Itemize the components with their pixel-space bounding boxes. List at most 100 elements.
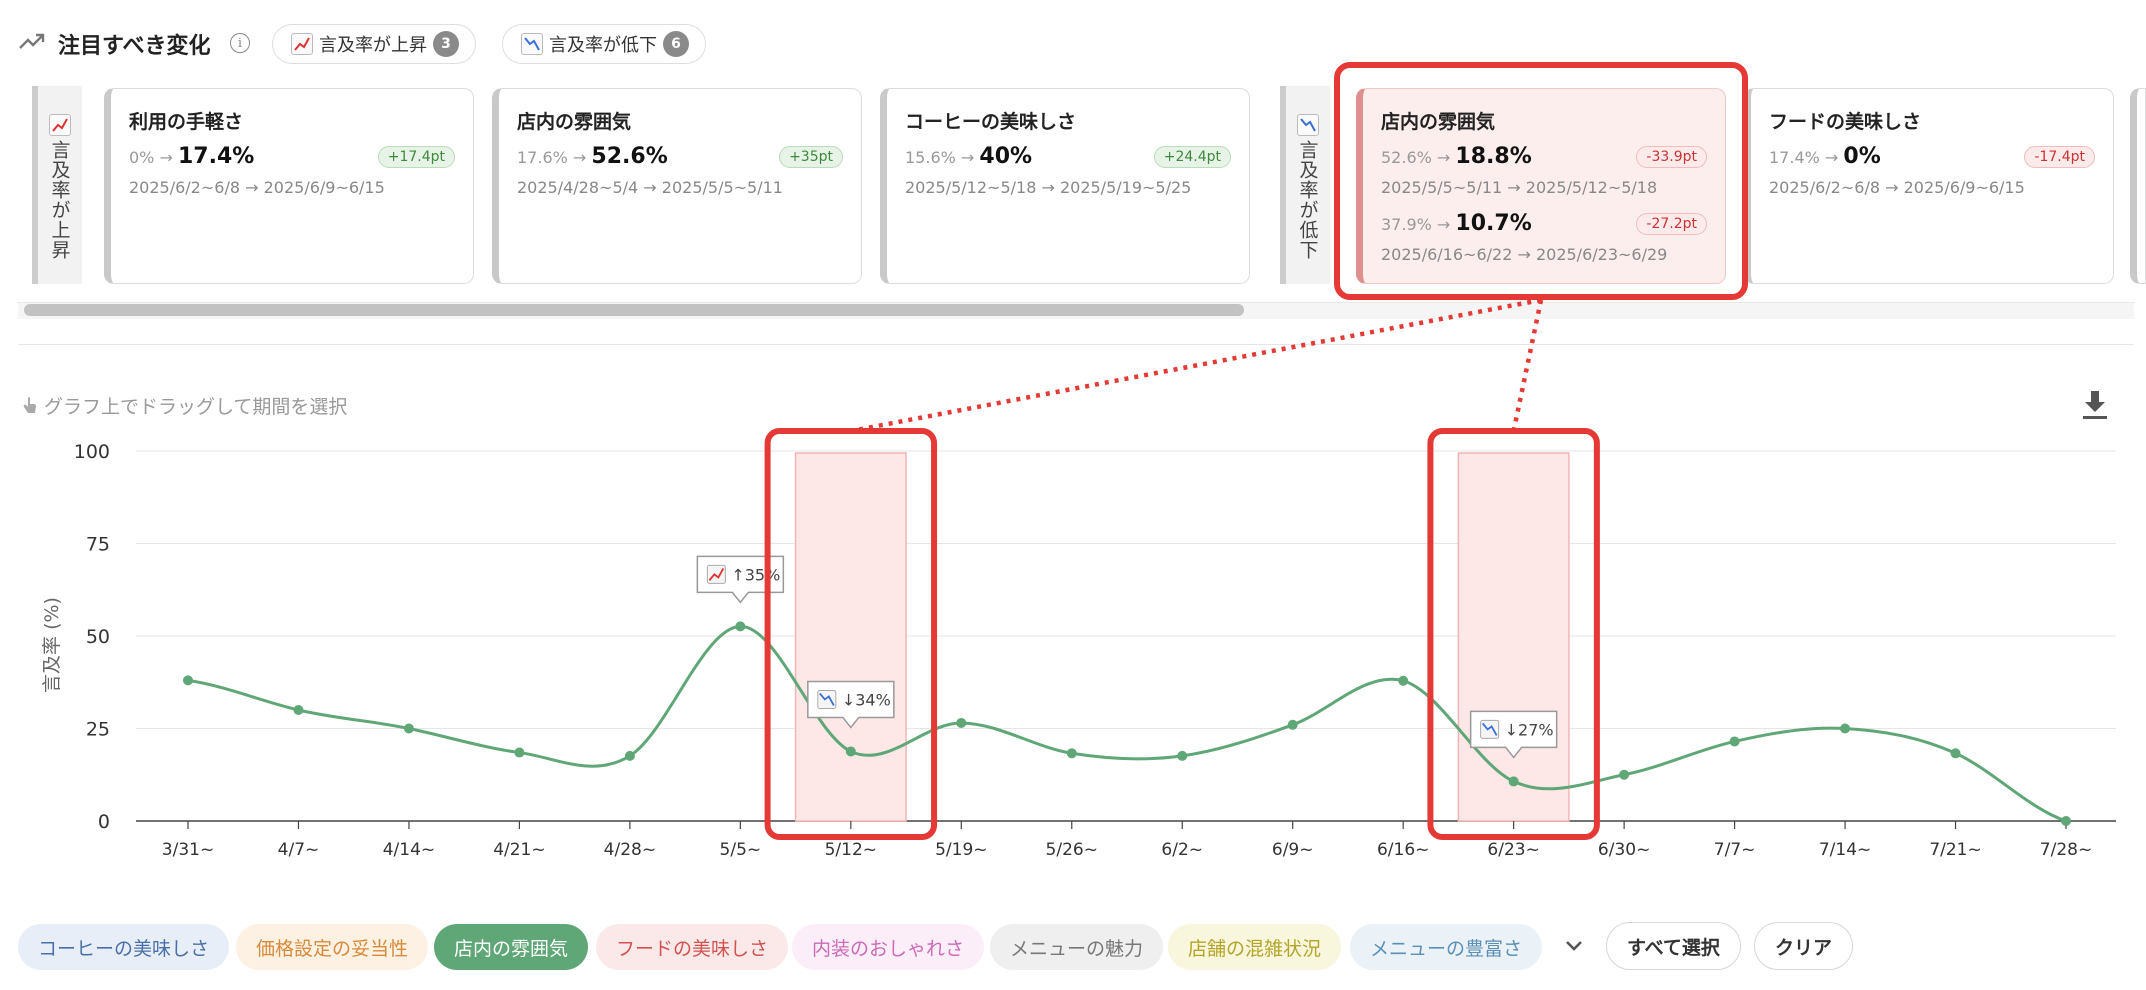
legend-chip-label: 店舗の混雑状況: [1188, 937, 1322, 960]
legend-chip-label: フードの美味しさ: [616, 937, 769, 960]
data-point: [1066, 748, 1077, 759]
data-point: [624, 750, 635, 761]
divider: [18, 344, 2134, 345]
legend-chip[interactable]: メニューの魅力: [990, 924, 1164, 970]
x-tick-label: 6/9~: [1272, 840, 1314, 860]
card-to-value: 52.6%: [591, 144, 668, 169]
series-line: [187, 624, 2067, 823]
x-tick-label: 5/12~: [825, 840, 877, 860]
y-axis-label: 言及率 (%): [41, 597, 63, 693]
card-delta-badge: +24.4pt: [1153, 146, 1231, 168]
card-delta-badge: -17.4pt: [2024, 146, 2095, 168]
chart-down-icon: [817, 689, 837, 709]
filter-rising-button[interactable]: 言及率が上昇 3: [272, 24, 476, 64]
x-tick-label: 4/7~: [278, 840, 320, 860]
dotted-connector: [1511, 299, 1544, 432]
highlight-band: [794, 452, 907, 822]
data-point: [1177, 750, 1188, 761]
legend-chip[interactable]: 価格設定の妥当性: [236, 924, 429, 970]
legend-chip-selected[interactable]: 店内の雰囲気: [434, 924, 589, 970]
rising-section-text: 言及率が上昇: [48, 140, 71, 260]
data-point: [403, 723, 414, 734]
x-tick-label: 7/21~: [1929, 840, 1981, 860]
chart-up-icon: [49, 114, 71, 136]
info-icon[interactable]: i: [230, 33, 250, 53]
download-icon[interactable]: [2080, 388, 2110, 422]
x-tick-label: 4/14~: [383, 840, 435, 860]
chart-down-icon: [1297, 114, 1319, 136]
data-point: [735, 621, 746, 632]
clear-button[interactable]: クリア: [1754, 922, 1854, 970]
data-point: [1950, 748, 1961, 759]
x-tick-label: 5/5~: [720, 840, 762, 860]
data-point: [956, 717, 967, 728]
falling-section-label: 言及率が低下: [1280, 86, 1330, 284]
data-point: [1398, 675, 1409, 686]
falling-section-text: 言及率が低下: [1296, 140, 1319, 260]
card-topic: フードの美味しさ: [1769, 111, 1922, 133]
legend-chip[interactable]: 内装のおしゃれさ: [792, 924, 985, 970]
filter-falling-label: 言及率が低下: [549, 35, 657, 56]
callout-label: ↓34%: [842, 690, 891, 709]
change-card-rising[interactable]: 店内の雰囲気 17.6% → 52.6% +35pt 2025/4/28~5/4…: [492, 88, 862, 284]
data-point: [2061, 816, 2071, 826]
card-to-value: 40%: [979, 144, 1033, 169]
data-point: [514, 747, 525, 758]
callout-label: ↓27%: [1505, 720, 1554, 739]
card-topic: 店内の雰囲気: [517, 111, 632, 133]
x-tick-label: 6/2~: [1161, 840, 1203, 860]
change-card-falling[interactable]: フードの美味しさ 17.4% → 0% -17.4pt 2025/6/2~6/8…: [1744, 88, 2114, 284]
highlight-band: [1457, 452, 1570, 822]
chart-hint-text: グラフ上でドラッグして期間を選択: [44, 396, 348, 418]
legend-chip[interactable]: フードの美味しさ: [596, 924, 789, 970]
y-tick-label: 0: [98, 811, 110, 833]
y-tick-label: 100: [74, 441, 110, 463]
data-point: [1619, 769, 1630, 780]
x-tick-label: 4/28~: [604, 840, 656, 860]
change-card-rising[interactable]: コーヒーの美味しさ 15.6% → 40% +24.4pt 2025/5/12~…: [880, 88, 1250, 284]
select-all-button[interactable]: すべて選択: [1606, 922, 1741, 970]
card-period: 2025/4/28~5/4 → 2025/5/5~5/11: [517, 178, 783, 197]
line-chart[interactable]: 0 25 50 75 100 3/31~ 4/7~ 4/14~ 4/21~ 4/28~ 5/5~ 5…: [0, 420, 2146, 890]
x-tick-label: 7/14~: [1819, 840, 1871, 860]
chevron-down-icon[interactable]: [1560, 932, 1588, 960]
legend-chip-label: 内装のおしゃれさ: [812, 937, 965, 960]
legend-chip-label: コーヒーの美味しさ: [38, 937, 210, 960]
pointer-hand-icon: [23, 396, 36, 413]
x-tick-label: 7/28~: [2040, 840, 2092, 860]
legend-chip-label: メニューの豊富さ: [1370, 937, 1523, 960]
data-point: [183, 675, 193, 686]
chart-up-icon: [291, 33, 313, 55]
card-period: 2025/6/2~6/8 → 2025/6/9~6/15: [1769, 178, 2025, 197]
card-period: 2025/6/2~6/8 → 2025/6/9~6/15: [129, 178, 385, 197]
legend-chip-label: 価格設定の妥当性: [256, 937, 409, 960]
legend-chip-label: メニューの魅力: [1010, 937, 1144, 960]
rising-section-label: 言及率が上昇: [32, 86, 82, 284]
x-tick-label: 4/21~: [493, 840, 545, 860]
filter-rising-count: 3: [433, 31, 459, 57]
y-tick-label: 75: [86, 534, 110, 556]
change-card-rising[interactable]: 利用の手軽さ 0% → 17.4% +17.4pt 2025/6/2~6/8 →…: [104, 88, 474, 284]
card-from-value: 17.4%: [1769, 148, 1820, 167]
card-delta-badge: +17.4pt: [377, 146, 455, 168]
y-tick-label: 50: [86, 626, 110, 648]
card-to-value: 17.4%: [177, 144, 255, 169]
x-tick-label: 7/7~: [1714, 840, 1756, 860]
card-from-value: 17.6%: [517, 148, 568, 167]
x-tick-label: 3/31~: [162, 840, 214, 860]
card-partial: [2130, 88, 2146, 284]
dotted-connector: [850, 297, 1542, 434]
legend-chip[interactable]: コーヒーの美味しさ: [18, 924, 230, 970]
card-period: 2025/5/12~5/18 → 2025/5/19~5/25: [905, 178, 1192, 197]
legend-chip[interactable]: メニューの豊富さ: [1350, 924, 1543, 970]
card-delta-badge: +35pt: [779, 146, 843, 168]
filter-falling-button[interactable]: 言及率が低下 6: [502, 24, 706, 64]
data-point: [845, 746, 856, 757]
card-topic: コーヒーの美味しさ: [905, 111, 1077, 133]
cards-scrollbar-thumb[interactable]: [24, 304, 1244, 316]
section-title: 注目すべき変化: [58, 34, 211, 59]
legend-chip[interactable]: 店舗の混雑状況: [1168, 924, 1342, 970]
x-tick-label: 6/16~: [1377, 840, 1429, 860]
y-tick-label: 25: [86, 719, 110, 741]
data-point: [1729, 736, 1740, 747]
